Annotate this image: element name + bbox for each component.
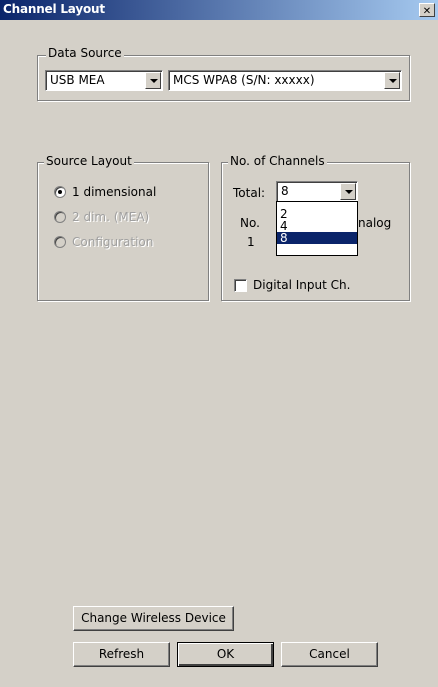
dropdown-option-2[interactable]: 2 xyxy=(277,208,357,220)
window-title: Channel Layout xyxy=(3,2,105,16)
radio-2-dim-mea[interactable] xyxy=(54,211,66,223)
no-value: 1 xyxy=(247,235,255,249)
model-select-value: MCS WPA8 (S/N: xxxxx) xyxy=(173,73,315,87)
model-select[interactable]: MCS WPA8 (S/N: xxxxx) xyxy=(168,70,402,91)
close-icon: ✕ xyxy=(422,6,432,17)
radio-configuration-label: Configuration xyxy=(72,235,154,249)
device-select[interactable]: USB MEA xyxy=(45,70,163,91)
data-source-label: Data Source xyxy=(46,46,124,60)
total-channels-dropdown-list: 2 4 8 xyxy=(276,201,358,256)
device-select-dropdown-button[interactable] xyxy=(145,72,161,89)
analog-label: nalog xyxy=(358,216,392,230)
radio-configuration[interactable] xyxy=(54,236,66,248)
close-button[interactable]: ✕ xyxy=(419,3,435,17)
radio-2-dim-mea-label: 2 dim. (MEA) xyxy=(72,210,150,224)
channels-label: No. of Channels xyxy=(228,154,327,168)
chevron-down-icon xyxy=(345,190,353,194)
radio-selected-dot xyxy=(58,190,62,194)
chevron-down-icon xyxy=(150,79,158,83)
dropdown-option-8[interactable]: 8 xyxy=(277,232,357,244)
source-layout-group xyxy=(37,162,209,301)
radio-1-dimensional-label: 1 dimensional xyxy=(72,185,157,199)
device-select-value: USB MEA xyxy=(50,73,105,87)
total-label: Total: xyxy=(233,186,266,200)
model-select-dropdown-button[interactable] xyxy=(384,72,400,89)
total-channels-value: 8 xyxy=(281,184,289,198)
no-label: No. xyxy=(240,216,260,230)
total-channels-dropdown-button[interactable] xyxy=(340,183,356,200)
cancel-button[interactable]: Cancel xyxy=(281,642,378,667)
change-wireless-device-button[interactable]: Change Wireless Device xyxy=(73,606,234,631)
dropdown-option-4[interactable]: 4 xyxy=(277,220,357,232)
chevron-down-icon xyxy=(389,79,397,83)
source-layout-label: Source Layout xyxy=(44,154,134,168)
radio-1-dimensional[interactable] xyxy=(54,186,66,198)
ok-button[interactable]: OK xyxy=(177,642,274,667)
digital-input-label: Digital Input Ch. xyxy=(253,278,351,292)
total-channels-select[interactable]: 8 xyxy=(276,181,358,202)
digital-input-checkbox[interactable] xyxy=(234,279,247,292)
refresh-button[interactable]: Refresh xyxy=(73,642,170,667)
